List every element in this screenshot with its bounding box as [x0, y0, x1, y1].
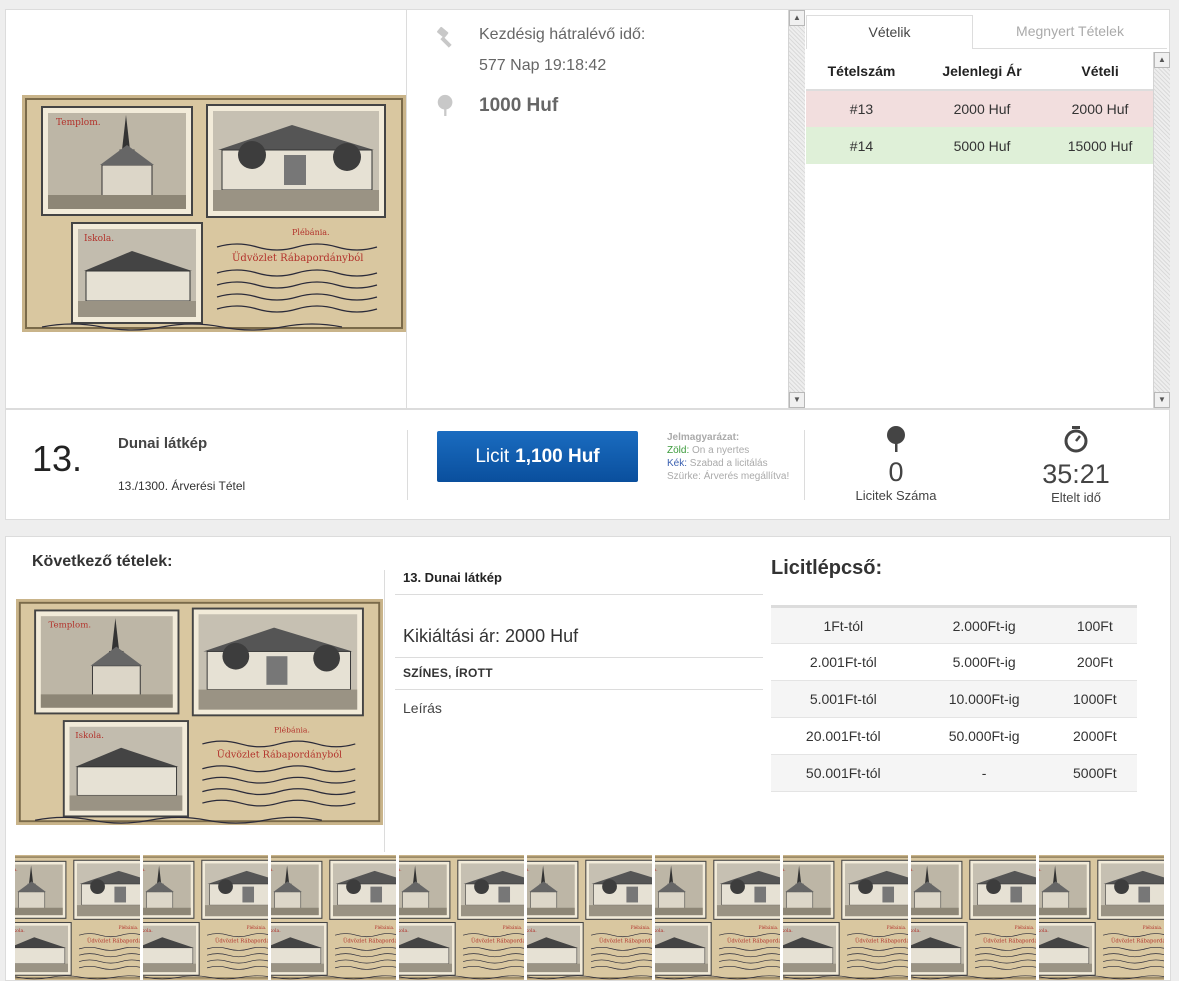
table-row[interactable]: #14 5000 Huf 15000 Huf: [806, 127, 1153, 164]
scroll-down-button[interactable]: ▼: [789, 392, 805, 408]
stopwatch-icon: [1064, 426, 1088, 453]
table-row: 2.001Ft-tól 5.000Ft-ig 200Ft: [771, 643, 1137, 681]
thumbnail-strip: [15, 855, 1165, 981]
divider: [804, 430, 805, 500]
lot-info-bar: 13. Dunai látkép 13./1300. Árverési Téte…: [5, 409, 1170, 520]
thumbnail[interactable]: [271, 855, 396, 980]
next-lot-photo[interactable]: [16, 599, 383, 825]
bid-button-prefix: Licit: [475, 446, 510, 467]
bids-count-label: Licitek Száma: [855, 488, 937, 503]
col-bid: Vételi: [1047, 52, 1153, 91]
cell-bid: 15000 Huf: [1047, 127, 1153, 164]
start-label: Kezdésig hátralévő idő:: [479, 26, 646, 43]
thumbnail[interactable]: [399, 855, 524, 980]
cell-lot: #14: [806, 127, 917, 164]
cell-bid: 2000 Huf: [1047, 90, 1153, 127]
divider: [407, 430, 408, 500]
main-photo-column: [6, 10, 407, 408]
legend-blue: Kék: Szabad a licitálás: [667, 458, 768, 469]
pin-icon: [437, 94, 453, 116]
elapsed-time-stat: 35:21 Eltelt idő: [1026, 426, 1126, 505]
scroll-up-button[interactable]: ▲: [1154, 52, 1170, 68]
remaining-time: 577 Nap 19:18:42: [479, 57, 607, 74]
start-price: Kikiáltási ár: 2000 Huf: [403, 626, 579, 646]
lot-subtitle: 13./1300. Árverési Tétel: [118, 479, 246, 493]
bids-table: Tételszám Jelenlegi Ár Vételi #13 2000 H…: [806, 52, 1153, 164]
next-lots-title: Következő tételek:: [32, 553, 173, 570]
lot-details: 13. Dunai látkép Kikiáltási ár: 2000 Huf…: [384, 570, 763, 852]
thumbnail[interactable]: [783, 855, 908, 980]
thumbnail[interactable]: [143, 855, 268, 980]
auction-top-panel: Kezdésig hátralévő idő: 577 Nap 19:18:42…: [5, 9, 1170, 409]
col-lot-number: Tételszám: [806, 52, 917, 91]
gavel-icon: [437, 26, 452, 48]
scroll-up-button[interactable]: ▲: [789, 10, 805, 26]
divider: [395, 657, 763, 658]
legend: Jelmagyarázat: Zöld: On a nyertes Kék: S…: [667, 431, 789, 483]
table-row: 5.001Ft-tól 10.000Ft-ig 1000Ft: [771, 680, 1137, 718]
bid-steps-title: Licitlépcső:: [771, 557, 883, 579]
elapsed-time-label: Eltelt idő: [1051, 490, 1101, 505]
col-current-price: Jelenlegi Ár: [916, 52, 1048, 91]
lot-title: Dunai látkép: [118, 435, 208, 452]
bids-count: 0: [888, 457, 904, 487]
main-lot-photo[interactable]: [22, 95, 406, 332]
table-row: 50.001Ft-tól -5000Ft: [771, 754, 1137, 792]
bid-button-amount: 1,100 Huf: [515, 446, 600, 467]
tab-won-items[interactable]: Megnyert Tételek: [973, 15, 1167, 49]
bids-tabs-column: Vételik Megnyert Tételek Tételszám Jelen…: [806, 10, 1170, 408]
bids-scrollbar[interactable]: ▲ ▼: [1153, 52, 1170, 408]
scroll-down-button[interactable]: ▼: [1154, 392, 1170, 408]
bid-button[interactable]: Licit 1,100 Huf: [437, 431, 638, 482]
cell-lot: #13: [806, 90, 917, 127]
thumbnail[interactable]: [911, 855, 1036, 980]
cell-current: 5000 Huf: [916, 127, 1048, 164]
timer-column: Kezdésig hátralévő idő: 577 Nap 19:18:42…: [408, 10, 790, 408]
bids-count-stat: 0 Licitek Száma: [836, 426, 956, 503]
lot-description: Leírás: [403, 700, 442, 716]
thumbnail[interactable]: [655, 855, 780, 980]
cell-current: 2000 Huf: [916, 90, 1048, 127]
divider: [395, 689, 763, 690]
lot-number: 13.: [32, 438, 83, 479]
legend-title: Jelmagyarázat:: [667, 432, 740, 443]
table-row[interactable]: #13 2000 Huf 2000 Huf: [806, 90, 1153, 127]
elapsed-time: 35:21: [1042, 459, 1110, 489]
thumbnail[interactable]: [527, 855, 652, 980]
tab-bids[interactable]: Vételik: [806, 15, 973, 49]
thumbnail[interactable]: [1039, 855, 1164, 980]
next-lots-panel: Következő tételek: 13. Dunai látkép Kiki…: [5, 536, 1171, 981]
current-price: 1000 Huf: [479, 95, 559, 116]
pin-icon: [887, 426, 905, 452]
lot-tag: SZÍNES, ÍROTT: [403, 666, 493, 680]
table-row: 1Ft-tól 2.000Ft-ig 100Ft: [771, 606, 1137, 644]
detail-title: 13. Dunai látkép: [403, 570, 502, 585]
legend-grey: Szürke: Árverés megállítva!: [667, 471, 790, 482]
legend-green: Zöld: On a nyertes: [667, 445, 750, 456]
thumbnail[interactable]: [15, 855, 140, 980]
bid-steps-table: 1Ft-tól 2.000Ft-ig 100Ft 2.001Ft-tól 5.000F…: [771, 605, 1137, 792]
timer-scrollbar[interactable]: ▲ ▼: [788, 10, 805, 408]
table-row: 20.001Ft-tól 50.000Ft-ig 2000Ft: [771, 717, 1137, 755]
divider: [395, 594, 763, 595]
